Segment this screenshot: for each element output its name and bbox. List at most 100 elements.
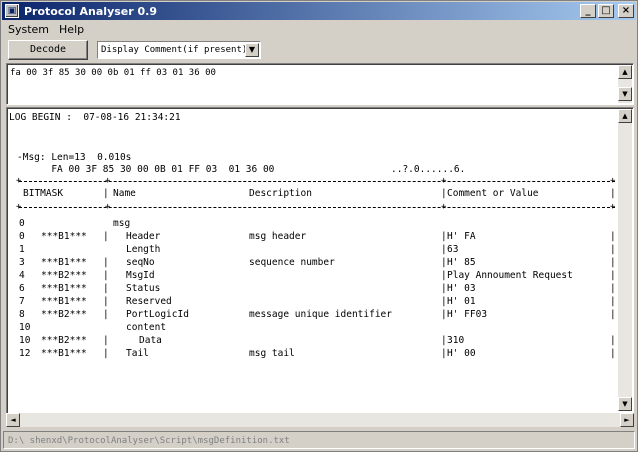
column-divider: | [103, 309, 109, 320]
table-row[interactable]: 10 content [7, 322, 627, 335]
row-value: H' FF03 [447, 309, 488, 320]
row-name: msg [113, 218, 131, 229]
minimize-button[interactable]: _ [580, 4, 596, 18]
log-begin-line: LOG BEGIN : 07-08-16 21:34:21 [9, 112, 181, 123]
scroll-down-icon[interactable]: ▼ [618, 397, 632, 411]
row-value: 310 [447, 335, 465, 346]
header-description: Description [249, 188, 312, 199]
column-divider: | [103, 348, 109, 359]
row-description: sequence number [249, 257, 335, 268]
row-bitmask: ***B2*** [41, 335, 87, 346]
row-name: MsgId [126, 270, 155, 281]
row-level: 3 [19, 257, 25, 268]
table-corner: + [610, 202, 616, 212]
table-corner: + [441, 202, 447, 212]
table-corner: + [16, 176, 22, 186]
row-level: 8 [19, 309, 25, 320]
chevron-down-icon[interactable]: ▼ [245, 43, 259, 57]
row-bitmask: ***B1*** [41, 257, 87, 268]
scroll-up-icon[interactable]: ▲ [618, 65, 632, 79]
table-row[interactable]: 8 ***B2*** | PortLogicId message unique iden… [7, 309, 627, 322]
title-bar[interactable]: ▣ Protocol Analyser 0.9 _ □ × [2, 2, 636, 20]
column-divider: | [610, 244, 616, 255]
column-divider: | [441, 188, 447, 199]
toolbar: Decode Display Comment(if present) ▼ [3, 38, 635, 62]
column-divider: | [610, 309, 616, 320]
row-level: 12 [19, 348, 31, 359]
table-row[interactable]: 7 ***B1*** | Reserved | H' 01 | [7, 296, 627, 309]
script-path: D:\ shenxd\ProtocolAnalyser\Script\msgDe… [8, 436, 290, 446]
row-value: 63 [447, 244, 459, 255]
row-name: content [126, 322, 167, 333]
column-divider: | [103, 283, 109, 294]
table-corner: + [441, 176, 447, 186]
table-row[interactable]: 6 ***B1*** | Status | H' 03 | [7, 283, 627, 296]
close-button[interactable]: × [618, 4, 634, 18]
ascii-dump-line: ..?.0......6. [391, 164, 466, 175]
column-divider: | [610, 257, 616, 268]
column-divider: | [610, 296, 616, 307]
scroll-right-icon[interactable]: ► [620, 413, 634, 427]
column-divider: | [610, 335, 616, 346]
scroll-down-icon[interactable]: ▼ [618, 87, 632, 101]
window-controls: _ □ × [580, 4, 634, 18]
row-level: 0 [19, 231, 25, 242]
maximize-button[interactable]: □ [598, 4, 614, 18]
display-mode-select[interactable]: Display Comment(if present) ▼ [97, 41, 261, 59]
scroll-up-icon[interactable]: ▲ [618, 109, 632, 123]
column-divider: | [103, 270, 109, 281]
table-row[interactable]: 12 ***B1*** | Tail msg tail | H' 00 | [7, 348, 627, 361]
table-corner: + [610, 176, 616, 186]
output-vertical-scrollbar[interactable]: ▲ ▼ [618, 109, 632, 411]
column-divider: | [441, 296, 447, 307]
output-horizontal-scrollbar[interactable]: ◄ ► [6, 413, 634, 427]
column-divider: | [610, 231, 616, 242]
row-name: Status [126, 283, 161, 294]
row-name: seqNo [126, 257, 155, 268]
row-bitmask: ***B1*** [41, 348, 87, 359]
row-bitmask: ***B2*** [41, 309, 87, 320]
row-name: Data [139, 335, 162, 346]
column-divider: | [441, 309, 447, 320]
row-bitmask: ***B1*** [41, 296, 87, 307]
decode-output-panel[interactable]: LOG BEGIN : 07-08-16 21:34:21 -Msg: Len=… [6, 107, 634, 427]
scroll-left-icon[interactable]: ◄ [6, 413, 20, 427]
row-level: 6 [19, 283, 25, 294]
row-level: 10 [19, 335, 31, 346]
table-row[interactable]: 0 msg [7, 218, 627, 231]
row-value: H' 85 [447, 257, 476, 268]
row-level: 0 [19, 218, 25, 229]
row-description: message unique identifier [249, 309, 392, 320]
column-divider: | [610, 348, 616, 359]
row-value: Play Annoument Request [447, 270, 573, 281]
table-row[interactable]: 10 ***B2*** | Data | 310 | [7, 335, 627, 348]
table-row[interactable]: 4 ***B2*** | MsgId | Play Annoument Request | [7, 270, 627, 283]
table-row[interactable]: 1 Length | 63 | [7, 244, 627, 257]
row-bitmask: ***B1*** [41, 231, 87, 242]
column-divider: | [610, 283, 616, 294]
hex-input-scrollbar[interactable]: ▲ ▼ [618, 65, 632, 103]
table-row[interactable]: 0 ***B1*** | Header msg header | H' FA | [7, 231, 627, 244]
column-divider: | [103, 188, 109, 199]
msg-summary-line: -Msg: Len=13 0.010s [17, 152, 132, 163]
hex-input-value: fa 00 3f 85 30 00 0b 01 ff 03 01 36 00 [10, 68, 216, 78]
decode-button[interactable]: Decode [8, 40, 88, 60]
row-value: H' 03 [447, 283, 476, 294]
hex-dump-line: FA 00 3F 85 30 00 0B 01 FF 03 01 36 00 [17, 164, 275, 175]
row-level: 10 [19, 322, 31, 333]
header-bitmask: BITMASK [23, 188, 64, 199]
row-value: H' 00 [447, 348, 476, 359]
row-name: PortLogicId [126, 309, 189, 320]
column-divider: | [103, 257, 109, 268]
menu-bar: System Help [3, 21, 89, 37]
menu-system[interactable]: System [3, 23, 54, 36]
table-corner: + [16, 202, 22, 212]
hex-input-field[interactable]: fa 00 3f 85 30 00 0b 01 ff 03 01 36 00 ▲… [6, 63, 634, 105]
table-row[interactable]: 3 ***B1*** | seqNo sequence number | H' 85 | [7, 257, 627, 270]
row-value: H' 01 [447, 296, 476, 307]
column-divider: | [441, 257, 447, 268]
menu-help[interactable]: Help [54, 23, 89, 36]
column-divider: | [610, 270, 616, 281]
column-divider: | [610, 188, 616, 199]
column-divider: | [441, 348, 447, 359]
